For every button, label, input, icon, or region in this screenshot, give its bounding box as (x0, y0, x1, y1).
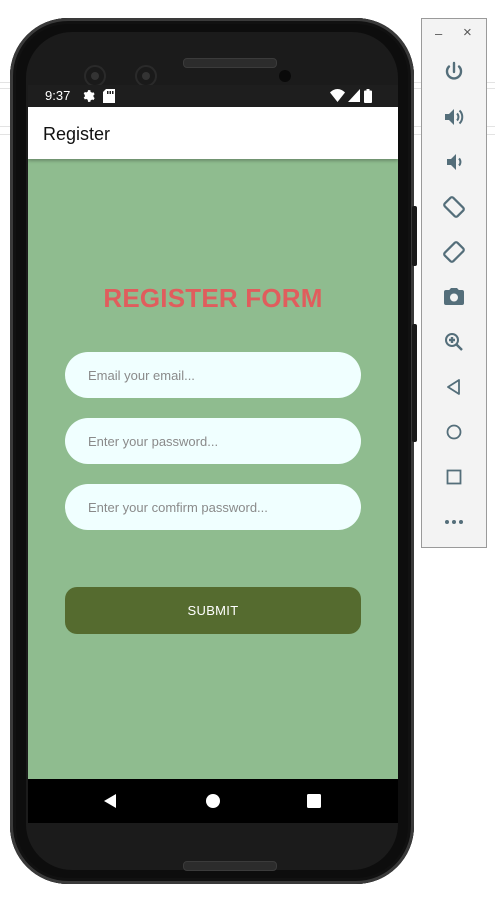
app-bar-title: Register (43, 124, 111, 144)
sd-card-icon (103, 89, 115, 106)
volume-down-icon[interactable] (442, 150, 466, 174)
side-button (412, 206, 417, 266)
back-icon[interactable] (101, 791, 121, 811)
zoom-icon[interactable] (442, 330, 466, 354)
confirm-password-field[interactable] (65, 484, 361, 530)
phone-screen: 9:37 Register REGISTER FORM Email your e… (28, 85, 398, 823)
sensor-icon (279, 70, 291, 82)
status-bar: 9:37 (28, 85, 398, 107)
back-icon[interactable] (442, 375, 466, 399)
navigation-bar (28, 779, 398, 823)
form-heading: REGISTER FORM (103, 283, 323, 313)
desktop: 9:37 Register REGISTER FORM Email your e… (0, 0, 495, 912)
camera-lens-icon (84, 65, 106, 87)
volume-up-icon[interactable] (442, 105, 466, 129)
rotate-right-icon[interactable] (442, 240, 466, 264)
camera-lens-icon (135, 65, 157, 87)
submit-button[interactable]: SUBMIT (65, 587, 361, 634)
overview-icon[interactable] (442, 465, 466, 489)
emulator-toolbar: – × (421, 18, 487, 548)
bottom-speaker (183, 861, 277, 871)
more-icon[interactable] (442, 510, 466, 534)
side-button (412, 324, 417, 442)
register-form: REGISTER FORM SUBMIT (28, 159, 398, 779)
app-bar: Register (28, 107, 398, 159)
signal-icon (348, 89, 360, 105)
settings-icon (81, 89, 95, 106)
close-button[interactable]: × (463, 25, 472, 40)
camera-icon[interactable] (442, 285, 466, 309)
email-field[interactable] (65, 352, 361, 398)
minimize-button[interactable]: – (435, 27, 442, 40)
home-icon[interactable] (203, 791, 223, 811)
battery-icon (364, 89, 372, 106)
earpiece-speaker (183, 58, 277, 68)
power-icon[interactable] (442, 60, 466, 84)
wifi-icon (330, 89, 345, 105)
rotate-left-icon[interactable] (442, 195, 466, 219)
recents-icon[interactable] (304, 791, 324, 811)
home-icon[interactable] (442, 420, 466, 444)
status-time: 9:37 (45, 88, 71, 103)
password-field[interactable] (65, 418, 361, 464)
